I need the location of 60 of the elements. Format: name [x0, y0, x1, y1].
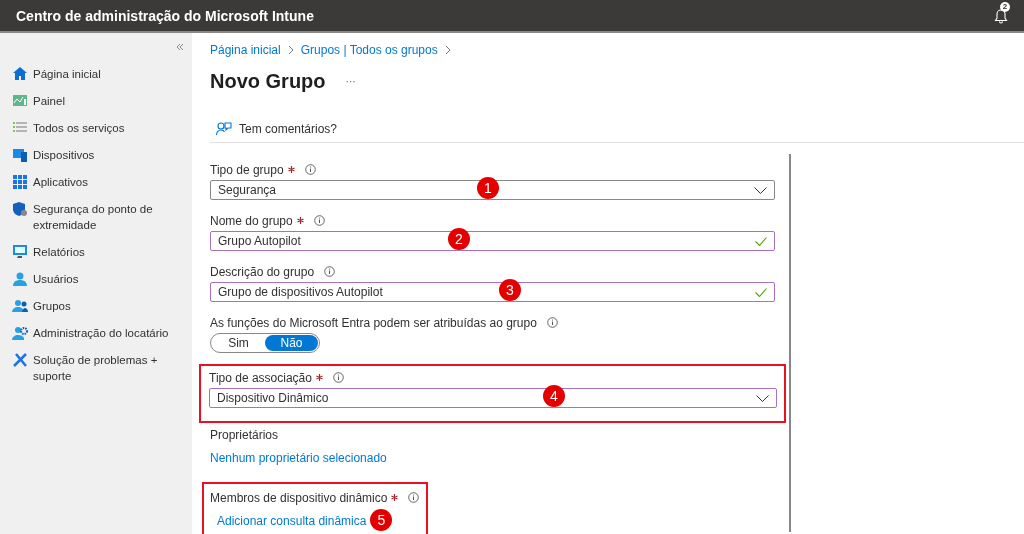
field-label: Descrição do grupo [210, 264, 315, 279]
sidebar-item[interactable]: Segurança do ponto de extremidade [0, 196, 192, 239]
nav-icon [12, 66, 28, 82]
toggle-option[interactable]: Não [265, 335, 318, 351]
step-marker: 5 [370, 509, 393, 531]
info-icon[interactable] [313, 215, 325, 226]
nav-icon [12, 201, 28, 217]
nav-icon [12, 147, 28, 163]
sidebar-item[interactable]: Grupos [0, 293, 192, 320]
toggle-option[interactable]: Sim [212, 335, 265, 351]
info-icon[interactable] [408, 492, 420, 503]
sidebar-item[interactable]: Usuários [0, 266, 192, 293]
step-marker: 4 [543, 385, 565, 407]
field-label: Tipo de grupo [210, 162, 284, 177]
nav-icon [12, 325, 28, 341]
nav-icon [12, 93, 28, 109]
sidebar-item[interactable]: Aplicativos [0, 169, 192, 196]
notification-badge: 2 [1000, 1, 1010, 12]
sidebar-item[interactable]: Dispositivos [0, 142, 192, 169]
step-marker: 3 [499, 279, 521, 301]
page-title: Novo Grupo [210, 69, 326, 93]
chevron-icon [444, 44, 451, 55]
dropdown[interactable]: Segurança 1 [210, 180, 775, 200]
input-field[interactable]: Grupo Autopilot 2 [210, 231, 775, 251]
sidebar-item[interactable]: Solução de problemas + suporte [0, 347, 192, 390]
caret-icon [754, 186, 767, 194]
step-marker: 2 [448, 228, 470, 250]
nav-icon [12, 298, 28, 314]
info-icon[interactable] [546, 317, 558, 328]
sidebar-item[interactable]: Página inicial [0, 61, 192, 88]
step-marker: 1 [477, 177, 499, 199]
input-field[interactable]: Grupo de dispositivos Autopilot 3 [210, 282, 775, 302]
collapse-icon[interactable] [176, 43, 184, 51]
field-label: Tipo de associação [209, 370, 312, 385]
nav-icon [12, 271, 28, 287]
bell-icon[interactable] [994, 7, 1008, 24]
sidebar-item[interactable]: Todos os serviços [0, 115, 192, 142]
sidebar-item[interactable]: Relatórios [0, 239, 192, 266]
more-button[interactable]: ··· [345, 75, 356, 87]
app-title: Centro de administração do Microsoft Intune [16, 7, 314, 24]
nav-icon [12, 174, 28, 190]
feedback-button[interactable]: Tem comentários? [210, 122, 338, 136]
field-label: Nome do grupo [210, 213, 293, 228]
dropdown[interactable]: Dispositivo Dinâmico 4 [209, 388, 777, 408]
link[interactable]: Nenhum proprietário selecionado [210, 451, 387, 465]
sidebar-item[interactable]: Administração do locatário [0, 320, 192, 347]
info-icon[interactable] [332, 372, 344, 383]
info-icon[interactable] [324, 266, 336, 277]
chevron-icon [287, 44, 294, 55]
nav-icon [12, 352, 28, 368]
info-icon[interactable] [304, 164, 316, 175]
field-label: As funções do Microsoft Entra podem ser atribuídas ao grupo [210, 315, 537, 330]
caret-icon [756, 394, 769, 402]
sidebar-item[interactable]: Painel [0, 88, 192, 115]
nav-icon [12, 244, 28, 260]
feedback-icon [216, 122, 232, 136]
field-label: Membros de dispositivo dinâmico [210, 490, 388, 505]
breadcrumb-link[interactable]: Página inicial [210, 42, 281, 57]
field-label: Proprietários [210, 427, 279, 442]
breadcrumb-link[interactable]: Grupos | Todos os grupos [300, 42, 438, 57]
